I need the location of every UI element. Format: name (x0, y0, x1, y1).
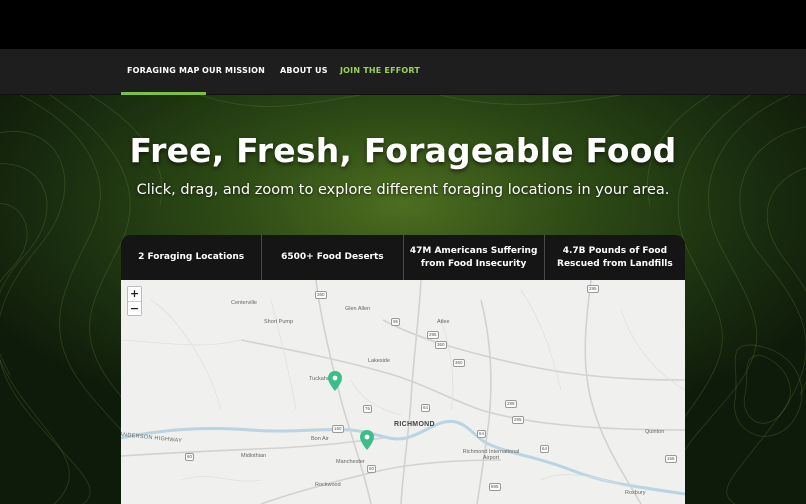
route-shield: 895 (489, 483, 501, 491)
route-shield: 64 (421, 404, 431, 412)
hero-subtitle: Click, drag, and zoom to explore differe… (136, 182, 670, 198)
nav-join-the-effort[interactable]: JOIN THE EFFORT (340, 49, 420, 95)
zoom-in-button[interactable]: + (128, 287, 141, 301)
stat-food-deserts: 6500+ Food Deserts (262, 235, 404, 280)
stat-food-insecurity: 47M Americans Suffering from Food Insecu… (404, 235, 545, 280)
map-label-quinton: Quinton (645, 429, 665, 435)
zoom-out-button[interactable]: − (128, 301, 141, 315)
nav-about-us[interactable]: ABOUT US (280, 49, 328, 95)
route-shield: 64 (540, 445, 550, 453)
main-navbar: FORAGING MAP OUR MISSION ABOUT US JOIN T… (0, 49, 806, 95)
map-label-bon-air: Bon Air (311, 436, 329, 442)
map-label-manchester: Manchester (336, 459, 365, 465)
route-shield: 150 (332, 425, 344, 433)
route-shield: 295 (587, 285, 599, 293)
zoom-control: + − (127, 286, 142, 316)
route-shield: 95 (391, 318, 401, 326)
map-label-richmond: RICHMOND (394, 421, 435, 428)
top-black-bar (0, 0, 806, 49)
route-shield: 360 (453, 359, 465, 367)
route-shield: 288 (505, 400, 517, 408)
hero-section: Free, Fresh, Forageable Food Click, drag… (0, 95, 806, 504)
route-shield: 360 (315, 291, 327, 299)
map-label-centerville: Centerville (231, 300, 257, 306)
map-label-atlee: Atlee (437, 319, 450, 325)
map-label-midlothian: Midlothian (241, 453, 267, 459)
route-shield: 360 (435, 341, 447, 349)
route-shield: 295 (427, 331, 439, 339)
foraging-map[interactable]: + − Centerville Glen Allen Short Pump At… (121, 280, 685, 504)
route-shield: 295 (512, 416, 524, 424)
route-shield: 64 (477, 430, 487, 438)
route-shield: 156 (665, 455, 677, 463)
nav-foraging-map[interactable]: FORAGING MAP (121, 49, 206, 95)
nav-our-mission[interactable]: OUR MISSION (202, 49, 265, 95)
stat-food-rescued: 4.7B Pounds of Food Rescued from Landfil… (557, 246, 673, 269)
route-shield: 60 (367, 465, 377, 473)
map-card: 2 Foraging Locations 6500+ Food Deserts … (121, 235, 685, 504)
route-shield: 76 (363, 405, 373, 413)
map-label-roxbury: Roxbury (625, 490, 646, 496)
map-label-rockwood: Rockwood (315, 482, 341, 488)
map-label-airport: Richmond International Airport (462, 449, 520, 461)
route-shield: 60 (185, 453, 195, 461)
foraging-location-pin[interactable] (328, 371, 342, 391)
map-label-glen-allen: Glen Allen (345, 306, 371, 312)
map-base-layer (121, 280, 685, 504)
map-label-short-pump: Short Pump (264, 319, 294, 325)
stats-bar: 2 Foraging Locations 6500+ Food Deserts … (121, 235, 685, 280)
map-label-lakeside: Lakeside (368, 358, 391, 364)
foraging-location-pin[interactable] (360, 430, 374, 450)
stat-foraging-locations: 2 Foraging Locations (121, 235, 263, 280)
hero-title: Free, Fresh, Forageable Food (129, 131, 677, 170)
